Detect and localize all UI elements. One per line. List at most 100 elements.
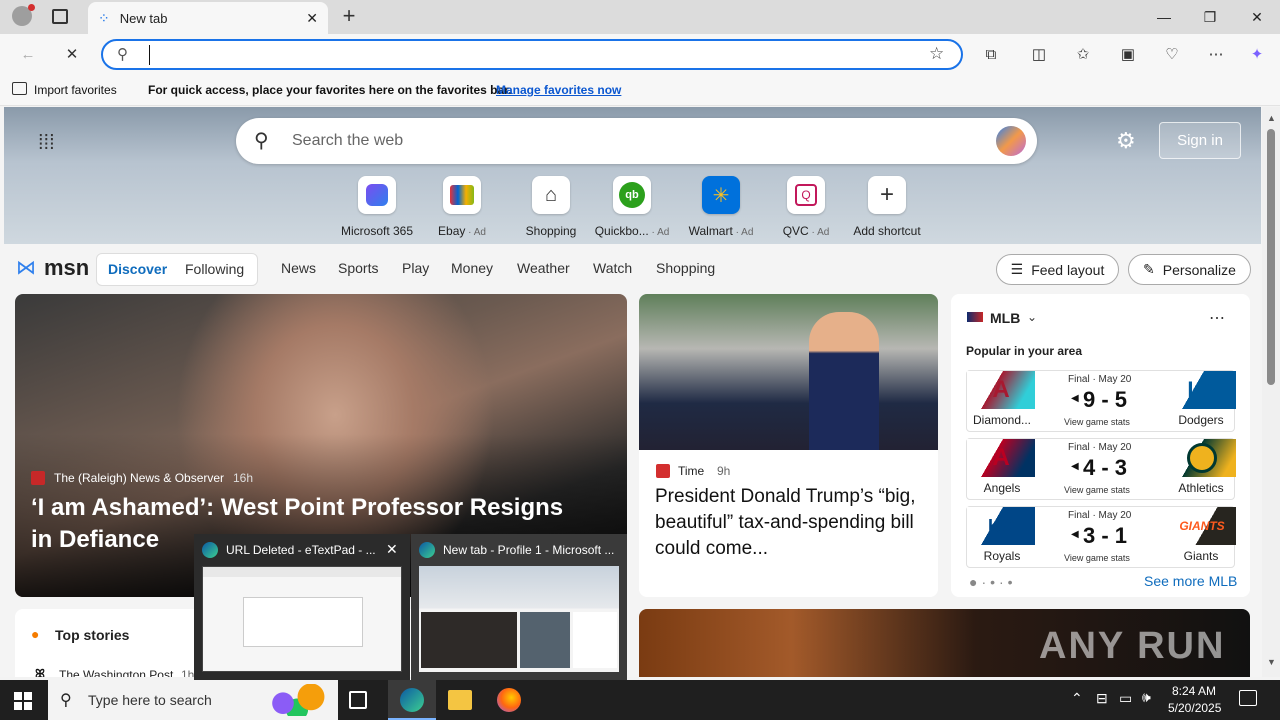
- diamondbacks-logo-icon: A: [967, 371, 1035, 409]
- watermark-logo: ANY RUN: [1039, 625, 1226, 667]
- sign-in-button[interactable]: Sign in: [1159, 122, 1241, 159]
- top-stories-title[interactable]: Top stories: [55, 627, 129, 643]
- manage-favorites-link[interactable]: Manage favorites now: [496, 83, 621, 97]
- tab-new-tab[interactable]: ⁘ New tab ✕: [88, 2, 328, 34]
- favorite-star-icon[interactable]: ☆: [929, 44, 944, 64]
- web-search-input[interactable]: Search the web: [292, 132, 403, 150]
- carousel-dots[interactable]: ●·•·•: [969, 574, 1017, 590]
- game-status: Final · May 20: [1068, 374, 1132, 385]
- import-favorites-button[interactable]: Import favorites: [34, 83, 117, 97]
- nav-shopping[interactable]: Shopping: [656, 260, 715, 276]
- notifications-icon[interactable]: [1239, 690, 1257, 706]
- mlb-title[interactable]: MLB: [990, 310, 1020, 326]
- home-team: Royals: [983, 549, 1021, 563]
- see-more-mlb-link[interactable]: See more MLB: [1144, 573, 1237, 589]
- quick-link-microsoft365[interactable]: Microsoft 365: [337, 176, 417, 238]
- restore-button[interactable]: ❐: [1187, 0, 1233, 34]
- clock-date[interactable]: 5/20/2025: [1168, 701, 1221, 715]
- task-view-icon[interactable]: [349, 691, 367, 709]
- address-input[interactable]: [149, 45, 909, 65]
- game-row[interactable]: KC Royals Final · May 20 3 - 1 ◀ View ga…: [966, 506, 1236, 568]
- stop-loading-button[interactable]: ✕: [60, 43, 84, 65]
- microsoft365-icon: [358, 176, 396, 214]
- browser-essentials-icon[interactable]: ♡: [1160, 43, 1184, 65]
- add-shortcut-button[interactable]: + Add shortcut: [847, 176, 927, 238]
- game-row[interactable]: A Diamond... Final · May 20 9 - 5 ◀ View…: [966, 370, 1236, 432]
- quick-link-ebay[interactable]: Ebay · Ad: [422, 176, 502, 238]
- scroll-up-arrow-icon[interactable]: ▲: [1267, 113, 1276, 123]
- game-status: Final · May 20: [1068, 442, 1132, 453]
- story-headline[interactable]: President Donald Trump’s “big, beautiful…: [655, 484, 921, 562]
- ad-badge: Ad: [657, 227, 670, 238]
- new-tab-page: ⁞⁞⁞ ⚲ Search the web ⚙ Sign in Microsoft…: [0, 107, 1262, 677]
- taskbar-search-input[interactable]: Type here to search: [88, 692, 212, 708]
- nav-play[interactable]: Play: [402, 260, 429, 276]
- view-game-stats-link[interactable]: View game stats: [1064, 485, 1130, 495]
- tab-close-icon[interactable]: ✕: [306, 10, 318, 27]
- copilot-search-icon[interactable]: [996, 126, 1026, 156]
- favorites-icon[interactable]: ✩: [1071, 43, 1095, 65]
- nav-news[interactable]: News: [281, 260, 316, 276]
- nav-money[interactable]: Money: [451, 260, 493, 276]
- file-explorer-icon[interactable]: [448, 690, 472, 710]
- favorites-bar: Import favorites For quick access, place…: [0, 74, 1280, 106]
- winner-arrow-icon: ◀: [1071, 461, 1079, 472]
- settings-gear-icon[interactable]: ⚙: [1116, 128, 1136, 154]
- tab-discover[interactable]: Discover: [108, 261, 167, 277]
- scrollbar-thumb[interactable]: [1267, 129, 1275, 385]
- start-windows-icon[interactable]: [14, 692, 32, 710]
- view-game-stats-link[interactable]: View game stats: [1064, 417, 1130, 427]
- quick-link-qvc[interactable]: Q QVC · Ad: [766, 176, 846, 238]
- tab-following[interactable]: Following: [185, 261, 244, 277]
- close-preview-icon[interactable]: ✕: [386, 541, 398, 558]
- chevron-down-icon[interactable]: ⌄: [1027, 310, 1037, 324]
- news-image-card[interactable]: ANY RUN: [639, 609, 1250, 677]
- title-bar: ⁘ New tab ✕ + — ❐ ✕: [0, 0, 1280, 34]
- new-tab-button[interactable]: +: [338, 4, 360, 28]
- more-menu-icon[interactable]: ⋯: [1204, 43, 1228, 65]
- tab-title: New tab: [119, 10, 168, 26]
- scroll-down-arrow-icon[interactable]: ▼: [1267, 657, 1276, 667]
- quick-link-shopping[interactable]: ⌂ Shopping: [511, 176, 591, 238]
- collections-icon[interactable]: ▣: [1116, 43, 1140, 65]
- news-story-card[interactable]: Time 9h President Donald Trump’s “big, b…: [639, 294, 938, 597]
- quick-link-label: QVC: [782, 224, 809, 238]
- back-button[interactable]: ←: [16, 43, 40, 65]
- taskbar-preview-etextpad[interactable]: URL Deleted - eTextPad - ... ✕: [194, 534, 410, 680]
- tray-chevron-up-icon[interactable]: ⌃: [1071, 690, 1083, 707]
- mlb-logo-icon: [967, 312, 983, 322]
- copilot-icon[interactable]: ✦: [1245, 43, 1269, 65]
- quick-link-label: Walmart: [688, 224, 733, 238]
- tab-actions-icon[interactable]: [52, 9, 68, 24]
- minimize-button[interactable]: —: [1141, 0, 1187, 34]
- taskbar-preview-new-tab[interactable]: New tab - Profile 1 - Microsoft ...: [411, 534, 627, 680]
- split-screen-icon[interactable]: ◫: [1027, 43, 1051, 65]
- personalize-button[interactable]: ✎ Personalize: [1128, 254, 1251, 285]
- clock-time[interactable]: 8:24 AM: [1172, 684, 1216, 698]
- volume-icon[interactable]: 🕪: [1142, 689, 1151, 706]
- edge-taskbar-icon[interactable]: [388, 680, 436, 720]
- nav-weather[interactable]: Weather: [517, 260, 570, 276]
- game-row[interactable]: A Angels Final · May 20 4 - 3 ◀ View gam…: [966, 438, 1236, 500]
- quickbooks-icon: qb: [613, 176, 651, 214]
- quick-link-walmart[interactable]: ✳ Walmart · Ad: [681, 176, 761, 238]
- close-window-button[interactable]: ✕: [1234, 0, 1280, 34]
- firefox-icon[interactable]: [497, 688, 521, 712]
- feed-layout-button[interactable]: ☰ Feed layout: [996, 254, 1119, 285]
- view-game-stats-link[interactable]: View game stats: [1064, 553, 1130, 563]
- extensions-icon[interactable]: ⧉: [979, 43, 1003, 65]
- quick-link-quickbooks[interactable]: qb Quickbo... · Ad: [592, 176, 672, 238]
- taskbar-search-box[interactable]: ⚲ Type here to search: [48, 680, 338, 720]
- nav-watch[interactable]: Watch: [593, 260, 632, 276]
- web-search-box[interactable]: ⚲ Search the web: [236, 118, 1037, 164]
- network-icon[interactable]: ▭: [1119, 690, 1132, 707]
- page-scrollbar[interactable]: ▲ ▼: [1262, 107, 1280, 677]
- nav-sports[interactable]: Sports: [338, 260, 378, 276]
- home-team: Diamond...: [972, 413, 1032, 427]
- address-bar[interactable]: ⚲ ☆: [101, 39, 963, 70]
- msn-logo[interactable]: msn: [44, 255, 89, 281]
- tray-app-icon[interactable]: ⊟: [1096, 690, 1108, 707]
- apps-grid-icon[interactable]: ⁞⁞⁞: [38, 133, 58, 153]
- more-options-icon[interactable]: ⋯: [1209, 308, 1225, 328]
- edge-icon: [202, 542, 218, 558]
